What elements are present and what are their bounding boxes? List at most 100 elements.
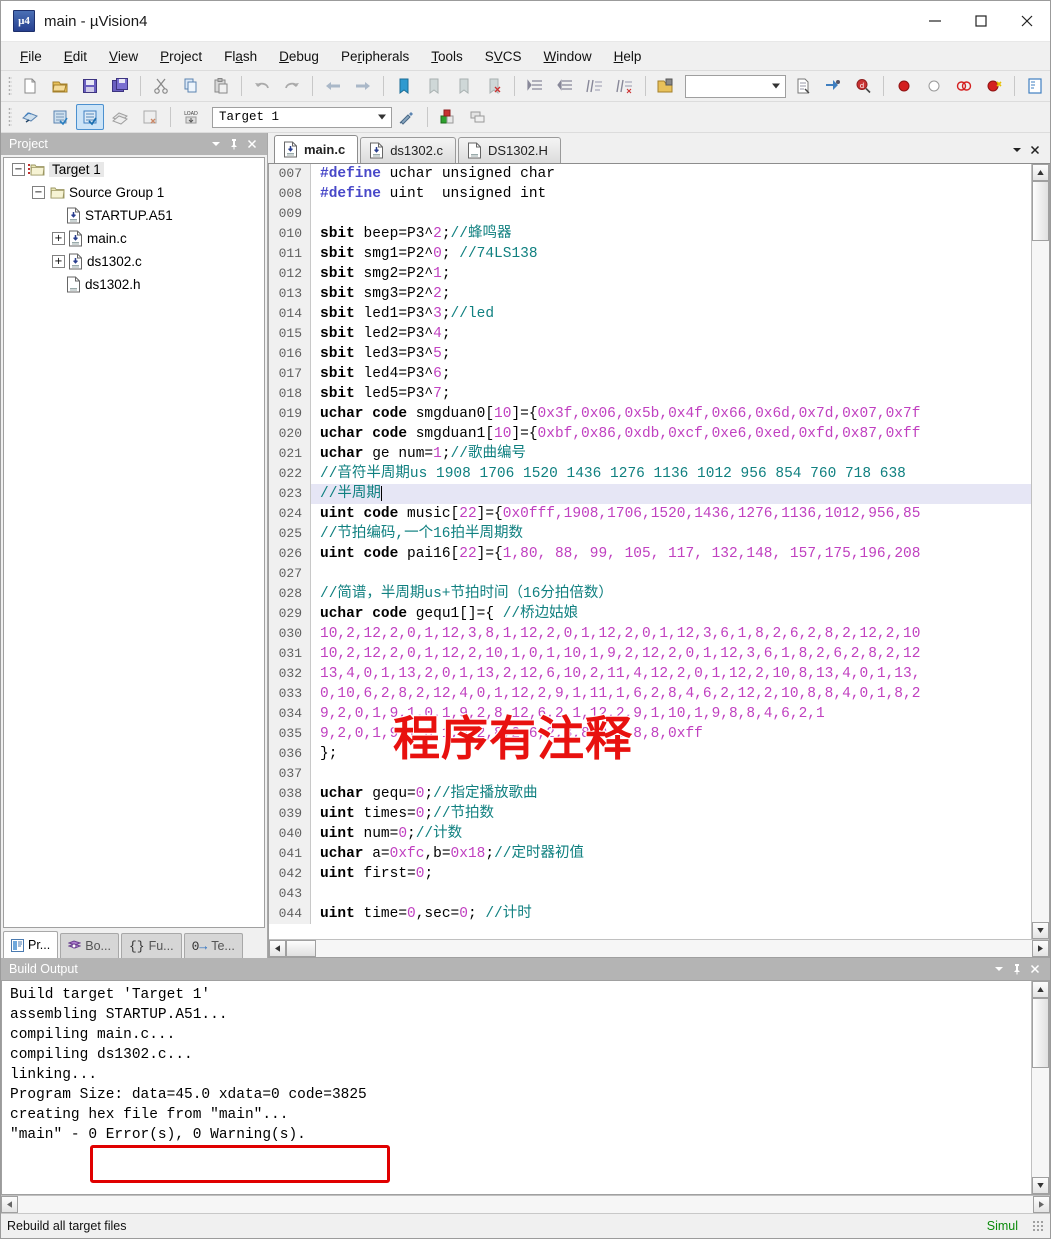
navigate-forward-icon[interactable] [349, 73, 377, 99]
build-scroll-down-button[interactable] [1032, 1177, 1049, 1194]
expand-toggle-icon[interactable]: + [52, 255, 65, 268]
dock-tab-pr[interactable]: Pr... [3, 931, 59, 958]
close-icon[interactable] [1026, 141, 1044, 159]
translate-file-icon[interactable] [16, 104, 44, 130]
chevron-down-icon[interactable] [772, 83, 780, 89]
code-line[interactable]: 024 uint code music[22]={0x0fff,1908,1706… [269, 504, 1031, 524]
code-line[interactable]: 011 sbit smg1=P2^0; //74LS138 [269, 244, 1031, 264]
menu-item-project[interactable]: Project [149, 45, 213, 68]
code-line[interactable]: 012 sbit smg2=P2^1; [269, 264, 1031, 284]
breakpoint-disable-icon[interactable] [920, 73, 948, 99]
code-line[interactable]: 040 uint num=0;//计数 [269, 824, 1031, 844]
open-folder-icon[interactable] [652, 73, 680, 99]
build-horizontal-scrollbar[interactable] [1, 1195, 1050, 1213]
menu-item-flash[interactable]: Flash [213, 45, 268, 68]
pin-icon[interactable] [225, 135, 243, 153]
code-line[interactable]: 035 9,2,0,1,9,1,0,1,9,2,8,2,6,2,8,8,0,1,8… [269, 724, 1031, 744]
build-vertical-scrollbar[interactable] [1031, 981, 1049, 1194]
code-line[interactable]: 033 0,10,6,2,8,2,12,4,0,1,12,2,9,1,11,1,6… [269, 684, 1031, 704]
build-scroll-up-button[interactable] [1032, 981, 1049, 998]
toolbar-grip[interactable] [8, 76, 12, 96]
menu-item-tools[interactable]: Tools [420, 45, 474, 68]
close-button[interactable] [1004, 1, 1050, 41]
build-scroll-right-button[interactable] [1033, 1196, 1050, 1213]
uncomment-lines-icon[interactable] [611, 73, 639, 99]
code-text-area[interactable]: 007 #define uchar unsigned char 008 #define… [269, 164, 1031, 939]
minimize-button[interactable] [912, 1, 958, 41]
configuration-wizard-icon[interactable] [1021, 73, 1049, 99]
menu-item-svcs[interactable]: SVCS [474, 45, 533, 68]
menu-item-edit[interactable]: Edit [53, 45, 98, 68]
code-line[interactable]: 042 uint first=0; [269, 864, 1031, 884]
cut-icon[interactable] [147, 73, 175, 99]
code-line[interactable]: 026 uint code pai16[22]={1,80, 88, 99, 10… [269, 544, 1031, 564]
code-line[interactable]: 017 sbit led4=P3^6; [269, 364, 1031, 384]
chevron-down-icon[interactable] [207, 135, 225, 153]
project-tree[interactable]: − Target 1− Source Group 1 STARTUP.A51 + main… [3, 157, 265, 928]
code-line[interactable]: 027 [269, 564, 1031, 584]
bookmark-toggle-icon[interactable] [390, 73, 418, 99]
code-line[interactable]: 030 10,2,12,2,0,1,12,3,8,1,12,2,0,1,12,2,… [269, 624, 1031, 644]
indent-decrease-icon[interactable] [551, 73, 579, 99]
build-output-text[interactable]: Build target 'Target 1' assembling STARTU… [2, 981, 1031, 1194]
build-hscroll-track[interactable] [18, 1196, 1033, 1213]
breakpoint-insert-icon[interactable] [890, 73, 918, 99]
multi-project-icon[interactable] [464, 104, 492, 130]
expand-toggle-icon[interactable]: + [52, 232, 65, 245]
collapse-toggle-icon[interactable]: − [12, 163, 25, 176]
code-line[interactable]: 028 //简谱，半周期us+节拍时间（16分拍倍数） [269, 584, 1031, 604]
tree-item-ds1302-c[interactable]: + ds1302.c [4, 250, 264, 273]
search-input[interactable] [685, 74, 786, 98]
rebuild-all-icon[interactable] [76, 104, 104, 130]
code-line[interactable]: 018 sbit led5=P3^7; [269, 384, 1031, 404]
indent-increase-icon[interactable] [521, 73, 549, 99]
code-line[interactable]: 008 #define uint unsigned int [269, 184, 1031, 204]
bookmark-next-icon[interactable] [450, 73, 478, 99]
manage-components-icon[interactable] [434, 104, 462, 130]
editor-tab-ds1302-c[interactable]: ds1302.c [360, 137, 456, 163]
code-line[interactable]: 022 //音符半周期us 1908 1706 1520 1436 1276 11… [269, 464, 1031, 484]
target-selector[interactable]: Target 1 [212, 106, 392, 128]
resize-grip[interactable] [1032, 1220, 1044, 1232]
tree-item-source-group-1[interactable]: − Source Group 1 [4, 181, 264, 204]
scroll-up-button[interactable] [1032, 164, 1049, 181]
editor-scroll-thumb[interactable] [1032, 181, 1049, 241]
code-line[interactable]: 036}; [269, 744, 1031, 764]
new-file-icon[interactable] [16, 73, 44, 99]
editor-hscroll-track[interactable] [286, 940, 1032, 957]
dock-tab-te[interactable]: 0→ Te... [183, 933, 243, 958]
code-line[interactable]: 029 uchar code gequ1[]={ //桥边姑娘 [269, 604, 1031, 624]
download-icon[interactable]: LOAD [177, 104, 205, 130]
editor-tab-main-c[interactable]: main.c [274, 135, 359, 163]
code-line[interactable]: 044 uint time=0,sec=0; //计时 [269, 904, 1031, 924]
menu-item-window[interactable]: Window [533, 45, 603, 68]
code-line[interactable]: 021 uchar ge num=1;//歌曲编号 [269, 444, 1031, 464]
build-target-icon[interactable] [46, 104, 74, 130]
scroll-right-button[interactable] [1032, 940, 1049, 957]
target-options-icon[interactable] [393, 104, 421, 130]
code-line[interactable]: 014 sbit led1=P3^3;//led [269, 304, 1031, 324]
code-line[interactable]: 031 10,2,12,2,0,1,12,2,10,1,0,1,10,1,9,2,… [269, 644, 1031, 664]
menu-item-view[interactable]: View [98, 45, 149, 68]
build-scroll-thumb[interactable] [1032, 998, 1049, 1068]
find-in-files-icon[interactable] [789, 73, 817, 99]
chevron-down-icon[interactable] [1008, 141, 1026, 159]
find-icon[interactable]: d [849, 73, 877, 99]
chevron-down-icon[interactable] [378, 114, 386, 120]
code-line[interactable]: 025 //节拍编码,一个16拍半周期数 [269, 524, 1031, 544]
undo-icon[interactable] [248, 73, 276, 99]
code-line[interactable]: 023 //半周期 [269, 484, 1031, 504]
code-line[interactable]: 019 uchar code smgduan0[10]={0x3f,0x06,0x… [269, 404, 1031, 424]
dock-tab-bo[interactable]: Bo... [60, 933, 119, 958]
build-scroll-track[interactable] [1032, 998, 1049, 1177]
code-line[interactable]: 039 uint times=0;//节拍数 [269, 804, 1031, 824]
code-line[interactable]: 009 [269, 204, 1031, 224]
navigate-back-icon[interactable] [319, 73, 347, 99]
menu-item-debug[interactable]: Debug [268, 45, 330, 68]
editor-hscroll-thumb[interactable] [286, 940, 316, 957]
close-icon[interactable] [1026, 960, 1044, 978]
breakpoint-disable-all-icon[interactable] [980, 73, 1008, 99]
menu-item-help[interactable]: Help [603, 45, 653, 68]
editor-scroll-track[interactable] [1032, 181, 1049, 922]
comment-lines-icon[interactable] [581, 73, 609, 99]
